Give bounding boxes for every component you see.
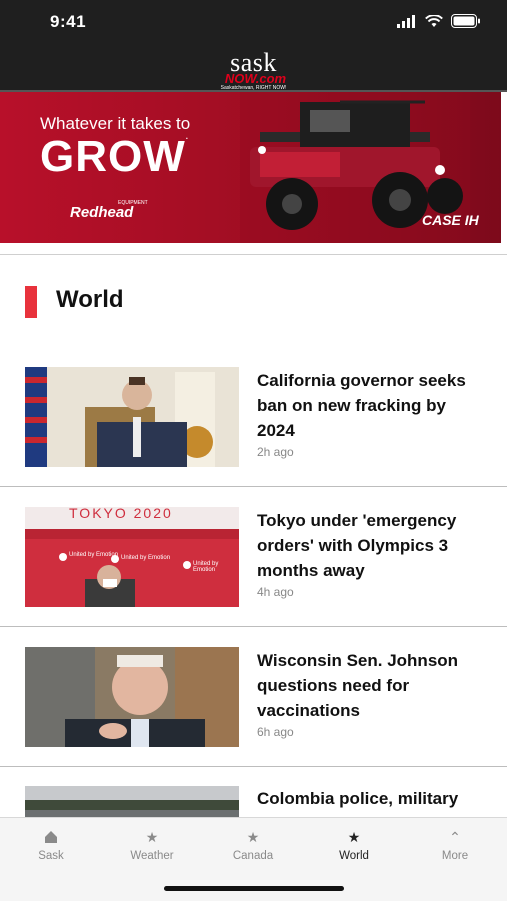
row-divider (0, 766, 507, 767)
article-time: 2h ago (257, 445, 294, 459)
tab-label: Weather (130, 850, 174, 862)
ad-grow-word: GROW (40, 132, 186, 181)
ad-brand-redhead-small: EQUIPMENT (118, 200, 148, 206)
star-icon: ★ (145, 829, 159, 845)
ad-brand-caseih: CASE IH (422, 212, 479, 228)
article-card[interactable]: Wisconsin Sen. Johnson questions need fo… (0, 636, 507, 776)
article-thumbnail (25, 367, 239, 467)
article-time: 6h ago (257, 725, 294, 739)
tab-canada[interactable]: ★ Canada (203, 828, 303, 862)
ad-headline: Whatever it takes to (40, 114, 191, 133)
tab-weather[interactable]: ★ Weather (102, 828, 202, 862)
battery-icon (451, 14, 480, 28)
status-icons (397, 14, 481, 28)
article-thumbnail: TOKYO 2020 United by Emotion United by E… (25, 507, 239, 607)
thumb-sign-3: United by Emotion (193, 561, 219, 573)
article-thumbnail (25, 647, 239, 747)
signal-icon (397, 14, 415, 28)
tab-label: World (339, 850, 369, 862)
article-card[interactable]: California governor seeks ban on new fra… (0, 356, 507, 496)
star-icon: ★ (246, 829, 260, 845)
section-divider (0, 254, 507, 255)
article-time: 4h ago (257, 585, 294, 599)
article-card[interactable]: Colombia police, military (0, 776, 507, 817)
thumb-sign-1: United by Emotion (69, 552, 119, 558)
sasknow-logo[interactable]: sask NOW.com Saskatchewan, RIGHT NOW! (0, 50, 507, 91)
app-header: sask NOW.com Saskatchewan, RIGHT NOW! (0, 48, 507, 92)
chevron-up-icon: ⌃ (449, 829, 461, 845)
section-title: World (56, 286, 124, 313)
article-headline[interactable]: Wisconsin Sen. Johnson questions need fo… (257, 648, 487, 723)
article-thumbnail (25, 786, 239, 817)
section-accent-bar (25, 286, 37, 318)
tab-label: Canada (232, 850, 274, 862)
home-indicator[interactable] (164, 886, 344, 891)
status-time: 9:41 (50, 12, 87, 31)
ad-brand-redhead: EQUIPMENT Redhead (70, 200, 148, 222)
tab-more[interactable]: ⌃ More (405, 828, 505, 862)
article-headline[interactable]: Colombia police, military (257, 786, 497, 811)
ad-grow: GROW. (40, 132, 189, 182)
thumb-tokyo-banner: TOKYO 2020 (69, 507, 173, 521)
tab-label: More (441, 850, 469, 862)
wifi-icon (425, 14, 443, 27)
ad-banner[interactable]: Whatever it takes to GROW. EQUIPMENT Red… (0, 92, 501, 243)
home-icon (45, 831, 57, 843)
article-card[interactable]: TOKYO 2020 United by Emotion United by E… (0, 496, 507, 636)
logo-tagline: Saskatchewan, RIGHT NOW! (220, 85, 287, 91)
star-icon: ★ (347, 829, 361, 845)
article-headline[interactable]: Tokyo under 'emergency orders' with Olym… (257, 508, 487, 583)
row-divider (0, 626, 507, 627)
ad-brand-redhead-label: Redhead (70, 204, 134, 221)
tab-label: Sask (38, 850, 64, 862)
article-headline[interactable]: California governor seeks ban on new fra… (257, 368, 487, 443)
row-divider (0, 486, 507, 487)
ad-reg-mark: . (185, 132, 189, 141)
thumb-sign-2: United by Emotion (121, 555, 171, 561)
tab-world[interactable]: ★ World (304, 828, 404, 862)
tab-sask[interactable]: Sask (1, 828, 101, 862)
status-bar: 9:41 (0, 0, 507, 48)
logo-now: NOW.com (224, 71, 287, 86)
